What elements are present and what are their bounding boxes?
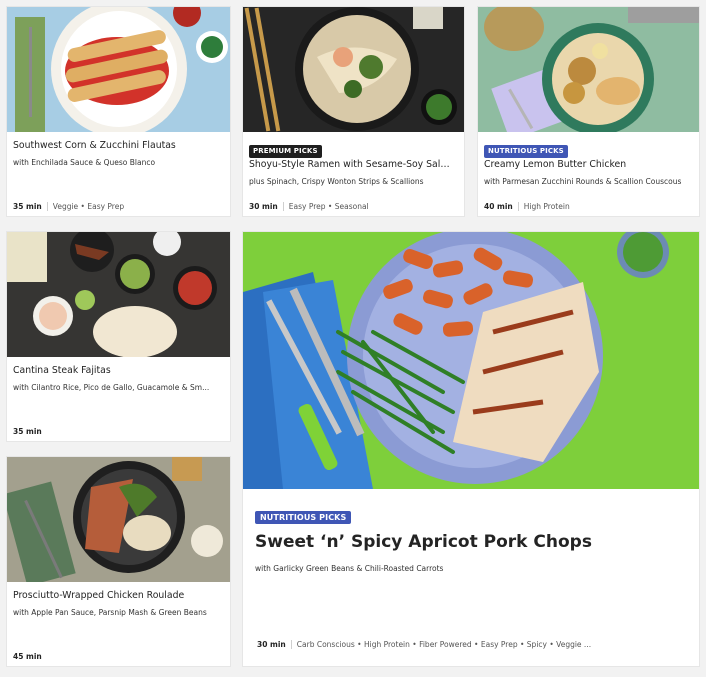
- recipe-meta: 45 min: [13, 652, 224, 661]
- recipe-image-fajitas[interactable]: [7, 232, 230, 357]
- recipe-subtitle: with Apple Pan Sauce, Parsnip Mash & Gre…: [13, 608, 207, 617]
- cook-time: 35 min: [13, 202, 42, 211]
- cook-time: 45 min: [13, 652, 42, 661]
- nutritious-picks-badge: NUTRITIOUS PICKS: [484, 145, 568, 158]
- meta-divider: [282, 202, 284, 211]
- featured-recipe-image[interactable]: [243, 232, 699, 489]
- meta-divider: [517, 202, 519, 211]
- featured-recipe-title[interactable]: Sweet ‘n’ Spicy Apricot Pork Chops: [255, 532, 592, 552]
- recipe-tags: High Protein: [523, 202, 570, 211]
- recipe-image-roulade[interactable]: [7, 457, 230, 582]
- recipe-card-fajitas[interactable]: Cantina Steak Fajitas with Cilantro Rice…: [7, 232, 230, 441]
- recipe-title[interactable]: Prosciutto-Wrapped Chicken Roulade: [13, 590, 224, 601]
- recipe-meta: 40 min High Protein: [484, 202, 693, 211]
- meta-divider: [46, 202, 48, 211]
- recipe-card-flautas[interactable]: Southwest Corn & Zucchini Flautas with E…: [7, 7, 230, 216]
- recipe-tags: Carb Conscious • High Protein • Fiber Po…: [296, 640, 592, 649]
- recipe-image-flautas[interactable]: [7, 7, 230, 132]
- recipe-title[interactable]: Cantina Steak Fajitas: [13, 365, 224, 376]
- recipe-image-lemon-chicken[interactable]: [478, 7, 699, 132]
- cook-time: 30 min: [249, 202, 278, 211]
- featured-recipe-meta: 30 min Carb Conscious • High Protein • F…: [257, 640, 687, 649]
- cook-time: 35 min: [13, 427, 42, 436]
- featured-recipe-card[interactable]: NUTRITIOUS PICKS Sweet ‘n’ Spicy Apricot…: [243, 232, 699, 666]
- recipe-subtitle: with Cilantro Rice, Pico de Gallo, Guaca…: [13, 383, 210, 392]
- recipe-tags: Veggie • Easy Prep: [52, 202, 125, 211]
- recipe-subtitle: plus Spinach, Crispy Wonton Strips & Sca…: [249, 177, 424, 186]
- recipe-meta: 35 min Veggie • Easy Prep: [13, 202, 224, 211]
- recipe-meta: 35 min: [13, 427, 224, 436]
- recipe-subtitle: with Enchilada Sauce & Queso Blanco: [13, 158, 156, 167]
- recipe-tags: Easy Prep • Seasonal: [288, 202, 369, 211]
- nutritious-picks-badge: NUTRITIOUS PICKS: [255, 511, 352, 524]
- featured-recipe-subtitle: with Garlicky Green Beans & Chili-Roaste…: [255, 564, 444, 573]
- recipe-card-lemon-chicken[interactable]: NUTRITIOUS PICKS Creamy Lemon Butter Chi…: [478, 7, 699, 216]
- recipe-title[interactable]: Shoyu-Style Ramen with Sesame-Soy Salm..…: [249, 159, 458, 170]
- recipe-subtitle: with Parmesan Zucchini Rounds & Scallion…: [484, 177, 682, 186]
- cook-time: 40 min: [484, 202, 513, 211]
- meta-divider: [290, 640, 292, 649]
- recipe-image-ramen[interactable]: [243, 7, 464, 132]
- recipe-card-ramen[interactable]: PREMIUM PICKS Shoyu-Style Ramen with Ses…: [243, 7, 464, 216]
- recipe-card-roulade[interactable]: Prosciutto-Wrapped Chicken Roulade with …: [7, 457, 230, 666]
- recipe-meta: 30 min Easy Prep • Seasonal: [249, 202, 458, 211]
- recipe-title[interactable]: Southwest Corn & Zucchini Flautas: [13, 140, 224, 151]
- cook-time: 30 min: [257, 640, 286, 649]
- recipe-title[interactable]: Creamy Lemon Butter Chicken: [484, 159, 693, 170]
- premium-picks-badge: PREMIUM PICKS: [249, 145, 322, 158]
